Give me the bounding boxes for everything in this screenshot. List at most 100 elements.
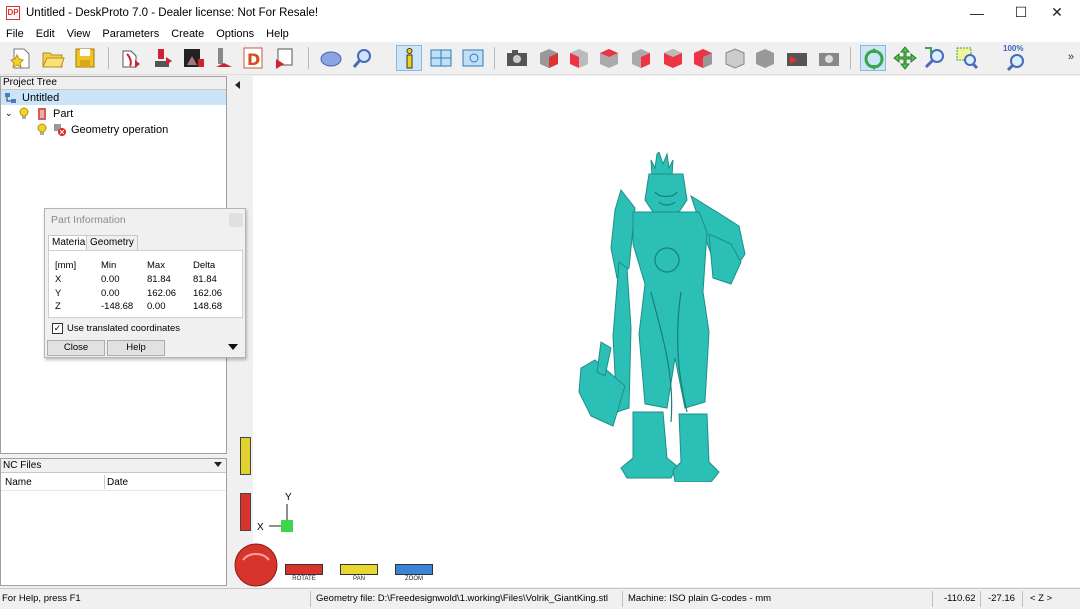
2d-vector-icon[interactable]: D	[240, 45, 266, 71]
pan-control-bar[interactable]	[340, 564, 378, 575]
table-header-delta: Delta	[193, 260, 216, 271]
lightbulb-icon[interactable]	[35, 123, 49, 137]
rotate-dial-icon[interactable]	[233, 542, 279, 588]
column-header-name[interactable]: Name	[5, 477, 32, 488]
table-cell: X	[55, 274, 62, 285]
camera-red-icon[interactable]	[784, 45, 810, 71]
tree-item-geometry-operation[interactable]: Geometry operation	[35, 122, 168, 137]
geometry-error-icon	[53, 123, 67, 137]
menu-edit[interactable]: Edit	[30, 28, 61, 40]
axis-indicator-icon	[269, 504, 293, 532]
close-window-button[interactable]: ✕	[1040, 0, 1074, 25]
pan-icon[interactable]	[892, 45, 918, 71]
zoom-control-label: ZOOM	[405, 576, 423, 582]
tree-label-geometry-operation: Geometry operation	[71, 123, 169, 136]
menu-file[interactable]: File	[0, 28, 30, 40]
main-toolbar: D 100% »	[0, 42, 1080, 75]
open-folder-icon[interactable]	[40, 45, 66, 71]
save-icon[interactable]	[72, 45, 98, 71]
axis-y-label: Y	[285, 492, 292, 503]
table-cell: Y	[55, 288, 62, 299]
table-cell: 0.00	[101, 288, 120, 299]
drill-icon[interactable]	[210, 45, 236, 71]
status-divider	[1022, 591, 1023, 607]
status-divider	[980, 591, 981, 607]
window-title: Untitled - DeskProto 7.0 - Dealer licens…	[26, 6, 319, 19]
toolbar-separator	[108, 47, 109, 69]
nc-files-title: NC Files	[3, 460, 42, 471]
camera-grey-icon[interactable]	[816, 45, 842, 71]
table-cell: 148.68	[193, 301, 223, 312]
pan-sensitivity-bar[interactable]	[240, 437, 251, 475]
close-button[interactable]: Close	[47, 340, 105, 356]
column-divider[interactable]	[104, 475, 105, 489]
view-top-icon[interactable]	[690, 45, 716, 71]
view-right-icon[interactable]	[660, 45, 686, 71]
menu-parameters[interactable]: Parameters	[96, 28, 165, 40]
menu-help[interactable]: Help	[260, 28, 295, 40]
toolbar-overflow-button[interactable]: »	[1068, 51, 1074, 63]
nc-view-icon[interactable]	[460, 45, 486, 71]
minimize-button[interactable]: —	[960, 0, 994, 25]
tile-view-icon[interactable]	[428, 45, 454, 71]
status-coord-x: -110.62	[944, 593, 976, 604]
nc-files-header: NC Files	[1, 459, 226, 473]
view-iso-icon[interactable]	[752, 45, 778, 71]
table-cell: 0.00	[101, 274, 120, 285]
chevron-down-icon[interactable]: ⌄	[5, 108, 17, 119]
maximize-button[interactable]: ☐	[1004, 0, 1038, 25]
app-logo-icon: DP	[6, 5, 20, 20]
translated-coordinates-checkbox[interactable]: ✓	[52, 323, 63, 334]
export-icon[interactable]	[272, 45, 298, 71]
view-back-icon[interactable]	[596, 45, 622, 71]
status-divider	[622, 591, 623, 607]
rotate-icon[interactable]	[860, 45, 886, 71]
lightbulb-icon[interactable]	[17, 107, 31, 121]
help-button[interactable]: Help	[107, 340, 165, 356]
menu-view[interactable]: View	[61, 28, 97, 40]
image-import-icon[interactable]	[180, 45, 206, 71]
3d-viewport[interactable]: Y X ROTATE PAN ZOOM	[231, 76, 1080, 587]
rotate-sensitivity-bar[interactable]	[240, 493, 251, 531]
tree-item-untitled[interactable]: Untitled	[1, 90, 226, 105]
view-cube-icon[interactable]	[536, 45, 562, 71]
zoom-window-icon[interactable]	[954, 45, 980, 71]
menu-options[interactable]: Options	[210, 28, 260, 40]
svg-text:D: D	[247, 50, 260, 69]
status-machine: Machine: ISO plain G-codes - mm	[628, 593, 772, 604]
collapse-panel-icon[interactable]	[235, 81, 240, 89]
zoom-100-label: 100%	[1003, 44, 1024, 53]
toolbar-separator	[494, 47, 495, 69]
view-front-icon[interactable]	[566, 45, 592, 71]
zoom-in-icon[interactable]	[922, 45, 948, 71]
search-view-icon[interactable]	[350, 45, 376, 71]
column-header-date[interactable]: Date	[107, 477, 128, 488]
menu-create[interactable]: Create	[165, 28, 210, 40]
table-header-min: Min	[101, 260, 117, 271]
title-bar: DP Untitled - DeskProto 7.0 - Dealer lic…	[0, 0, 1080, 25]
new-file-icon[interactable]	[8, 45, 34, 71]
tree-item-part[interactable]: ⌄ Part	[5, 106, 73, 121]
translated-coordinates-row: ✓ Use translated coordinates	[52, 323, 180, 334]
move-part-icon[interactable]	[150, 45, 176, 71]
giant-king-model[interactable]	[571, 152, 751, 482]
chevron-down-icon[interactable]	[214, 462, 222, 467]
shape-view-icon[interactable]	[318, 45, 344, 71]
info-icon[interactable]	[396, 45, 422, 71]
rotate-control-bar[interactable]	[285, 564, 323, 575]
camera-icon[interactable]	[504, 45, 530, 71]
view-bottom-icon[interactable]	[722, 45, 748, 71]
dialog-close-icon[interactable]	[229, 213, 243, 227]
project-tree-header: Project Tree	[1, 77, 226, 90]
status-divider	[932, 591, 933, 607]
import-geometry-icon[interactable]	[118, 45, 144, 71]
expand-arrow-icon[interactable]	[228, 344, 238, 350]
status-axis-indicator: < Z >	[1030, 593, 1053, 604]
dialog-title: Part Information	[51, 214, 126, 226]
view-left-icon[interactable]	[628, 45, 654, 71]
toolbar-separator	[308, 47, 309, 69]
tab-geometry[interactable]: Geometry	[86, 235, 138, 250]
part-information-dialog: Part Information Material Geometry [mm] …	[44, 208, 246, 358]
zoom-100-icon[interactable]: 100%	[1002, 44, 1028, 71]
zoom-control-bar[interactable]	[395, 564, 433, 575]
